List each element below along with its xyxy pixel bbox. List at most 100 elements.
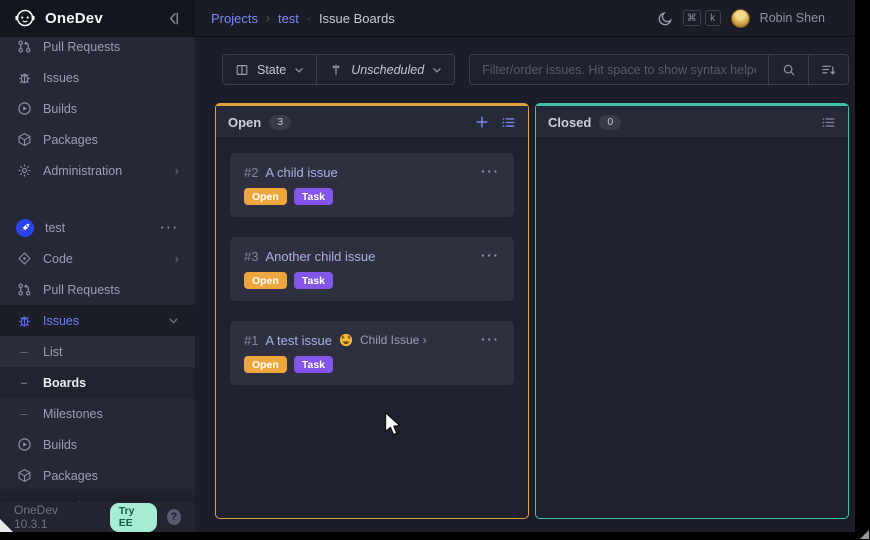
issue-card[interactable]: #2 A child issue ··· OpenTask (230, 153, 514, 217)
sidebar-item-administration[interactable]: Administration › (0, 155, 195, 186)
sidebar-item-label: List (43, 345, 62, 359)
dash-icon: – (16, 345, 32, 359)
code-diamond-icon (16, 251, 32, 267)
sidebar-item-code[interactable]: Code › (0, 243, 195, 274)
user-name[interactable]: Robin Shen (760, 11, 825, 25)
breadcrumb-projects[interactable]: Projects (211, 11, 258, 26)
dark-mode-moon-icon[interactable] (658, 11, 673, 26)
sidebar-item-pull-requests[interactable]: Pull Requests (0, 37, 195, 62)
play-circle-icon (16, 437, 32, 453)
sidebar-item-label: Boards (43, 376, 86, 390)
list-view-icon[interactable] (501, 115, 516, 130)
badge-row: OpenTask (244, 356, 500, 373)
corner-artifact (0, 519, 13, 532)
card-list (536, 139, 848, 167)
emoji-laughing-icon (339, 333, 353, 347)
sidebar-item-label: Issues (43, 314, 79, 328)
card-list: #2 A child issue ··· OpenTask #3 Another… (216, 139, 528, 399)
milestone-icon (329, 63, 343, 77)
keycap-cmd: ⌘ (683, 10, 701, 26)
gear-icon (16, 163, 32, 179)
main-content: State Unscheduled (195, 37, 855, 532)
project-name-label: test (45, 221, 65, 235)
collapse-sidebar-icon[interactable] (166, 11, 181, 26)
issue-toolbar: State Unscheduled (222, 54, 849, 85)
try-ee-badge[interactable]: Try EE (110, 503, 157, 532)
filter-input[interactable] (470, 55, 768, 84)
sidebar-item-issues-milestones[interactable]: – Milestones (0, 398, 195, 429)
badge-row: OpenTask (244, 272, 500, 289)
filter-input-group (469, 54, 849, 85)
project-more-icon[interactable]: ··· (161, 221, 180, 235)
sidebar-item-label: Pull Requests (43, 40, 120, 54)
brand-zone: OneDev (0, 0, 195, 36)
column-count-badge: 0 (599, 115, 621, 130)
sidebar-item-label: Pull Requests (43, 283, 120, 297)
breadcrumb-project-name[interactable]: test (278, 11, 299, 26)
help-question-icon[interactable]: ? (167, 509, 181, 525)
sidebar-item-label: Administration (43, 164, 122, 178)
sidebar-item-project-pull-requests[interactable]: Pull Requests (0, 274, 195, 305)
milestone-dropdown-label: Unscheduled (351, 63, 424, 77)
issue-title-link[interactable]: A child issue (265, 165, 337, 180)
card-menu-icon[interactable]: ··· (481, 251, 500, 261)
badge-open: Open (244, 272, 287, 289)
column-title: Open (228, 115, 261, 130)
pull-request-icon (16, 39, 32, 55)
sidebar-item-issues[interactable]: Issues (0, 62, 195, 93)
list-view-icon[interactable] (821, 115, 836, 130)
sidebar-item-issues-boards[interactable]: – Boards (0, 367, 195, 398)
sidebar-item-packages[interactable]: Packages (0, 124, 195, 155)
dash-icon: – (16, 376, 32, 390)
chevron-down-icon (294, 65, 304, 75)
sidebar-item-project-issues[interactable]: Issues (0, 305, 195, 336)
chevron-down-icon (168, 315, 179, 326)
sidebar-item-label: Code (43, 252, 73, 266)
issue-card[interactable]: #1 A test issue Child Issue › ··· OpenTa… (230, 321, 514, 385)
user-avatar[interactable] (731, 9, 750, 28)
add-issue-icon[interactable] (475, 115, 489, 129)
sidebar-item-project-test[interactable]: test ··· (0, 212, 195, 243)
issue-card[interactable]: #3 Another child issue ··· OpenTask (230, 237, 514, 301)
state-dropdown-button[interactable]: State (223, 55, 316, 84)
column-header-icons (821, 115, 836, 130)
column-header-icons (475, 115, 516, 130)
search-icon[interactable] (768, 55, 808, 84)
sidebar-item-project-packages[interactable]: Packages (0, 460, 195, 491)
board-column-open: Open 3 #2 A child issue (215, 103, 529, 519)
issue-board: Open 3 #2 A child issue (215, 103, 849, 519)
sort-lines-icon[interactable] (808, 55, 848, 84)
resize-grip-icon (860, 530, 869, 539)
issue-title-link[interactable]: Another child issue (265, 249, 375, 264)
chevron-down-icon (432, 65, 442, 75)
chevron-right-icon: › (175, 251, 179, 266)
issue-title-link[interactable]: A test issue (265, 333, 331, 348)
state-dropdown-label: State (257, 63, 286, 77)
version-label: OneDev 10.3.1 (14, 503, 86, 531)
badge-open: Open (244, 188, 287, 205)
sidebar: Pull Requests Issues Builds (0, 37, 195, 532)
brand-name: OneDev (45, 10, 103, 27)
card-menu-icon[interactable]: ··· (481, 335, 500, 345)
badge-task: Task (294, 356, 333, 373)
sidebar-item-label: Packages (43, 133, 98, 147)
sidebar-item-label: Packages (43, 469, 98, 483)
child-issue-link[interactable]: Child Issue › (360, 333, 427, 347)
chevron-right-icon: › (175, 163, 179, 178)
board-filter-group: State Unscheduled (222, 54, 455, 85)
bug-icon (16, 70, 32, 86)
keycap-k: k (705, 10, 721, 26)
breadcrumb-separator-dot: · (307, 11, 311, 25)
content-frame: Pull Requests Issues Builds (0, 37, 855, 532)
card-menu-icon[interactable]: ··· (481, 167, 500, 177)
sidebar-item-label: Builds (43, 102, 77, 116)
sidebar-item-builds[interactable]: Builds (0, 93, 195, 124)
sidebar-item-project-builds[interactable]: Builds (0, 429, 195, 460)
issue-number: #3 (244, 249, 258, 264)
issue-number: #1 (244, 333, 258, 348)
sidebar-item-issues-list[interactable]: – List (0, 336, 195, 367)
milestone-dropdown-button[interactable]: Unscheduled (316, 55, 454, 84)
card-title-row: #2 A child issue ··· (244, 164, 500, 180)
badge-row: OpenTask (244, 188, 500, 205)
top-right-actions: ⌘ k Robin Shen (658, 9, 839, 28)
